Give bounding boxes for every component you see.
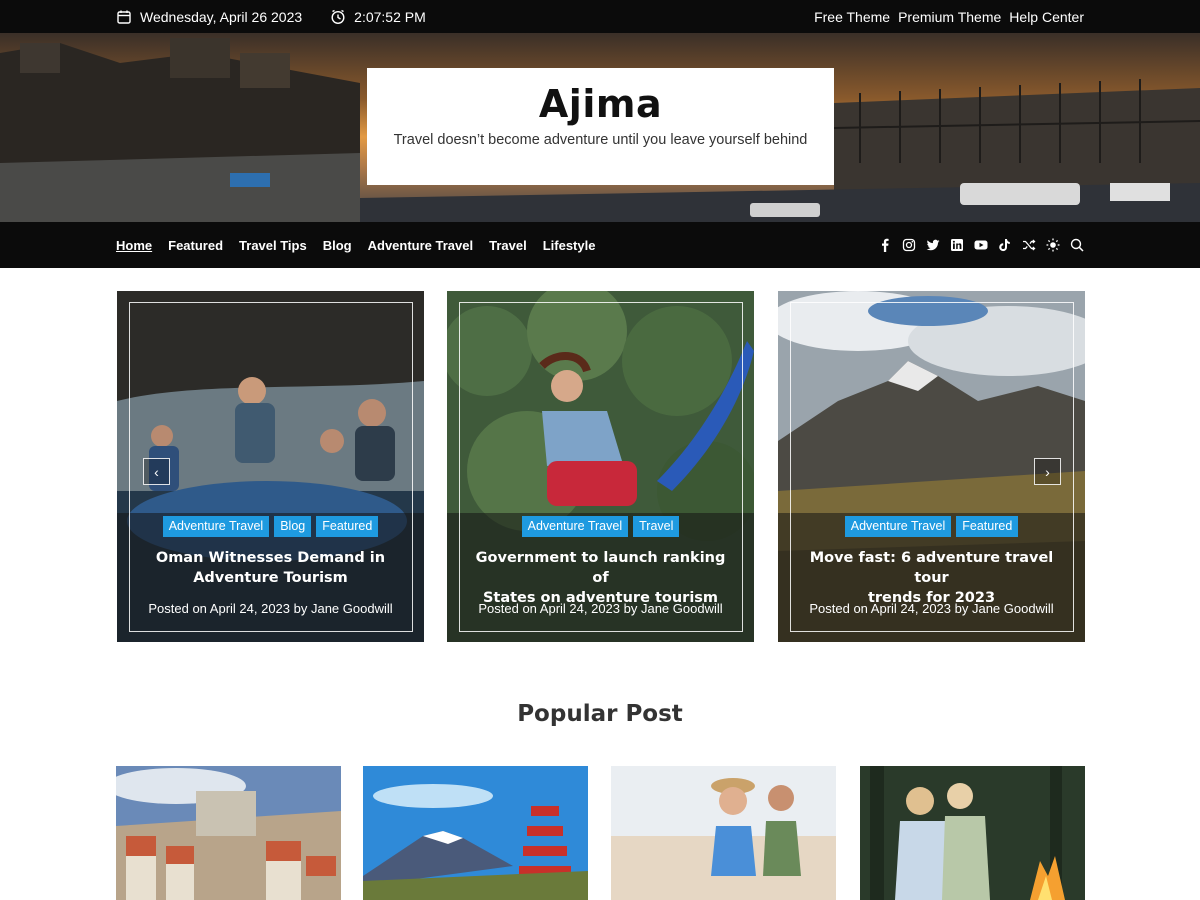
nav-item-lifestyle[interactable]: Lifestyle bbox=[543, 238, 596, 253]
nav-item-adventure-travel[interactable]: Adventure Travel bbox=[368, 238, 474, 253]
card-categories: Adventure Travel Featured bbox=[778, 516, 1085, 537]
card-meta: Posted on April 24, 2023 by Jane Goodwil… bbox=[809, 601, 1054, 616]
help-center-link[interactable]: Help Center bbox=[1009, 9, 1084, 25]
slider-card[interactable]: Adventure Travel Travel Government to la… bbox=[447, 291, 754, 642]
site-title[interactable]: Ajima bbox=[367, 82, 834, 126]
popular-post-heading: Popular Post bbox=[517, 701, 683, 727]
top-links: Free Theme Premium Theme Help Center bbox=[814, 0, 1084, 33]
date-time: Wednesday, April 26 2023 2:07:52 PM bbox=[116, 0, 426, 33]
nav-item-featured[interactable]: Featured bbox=[168, 238, 223, 253]
slider-next-button[interactable]: › bbox=[1034, 458, 1061, 485]
card-title[interactable]: Move fast: 6 adventure travel tour trend… bbox=[798, 548, 1065, 608]
current-date: Wednesday, April 26 2023 bbox=[140, 8, 303, 25]
nav-icons bbox=[878, 222, 1084, 268]
category-badge[interactable]: Adventure Travel bbox=[521, 516, 629, 537]
theme-toggle-icon[interactable] bbox=[1046, 238, 1060, 252]
category-badge[interactable]: Featured bbox=[316, 516, 379, 537]
header-banner: Ajima Travel doesn’t become adventure un… bbox=[0, 33, 1200, 222]
nav-item-blog[interactable]: Blog bbox=[323, 238, 352, 253]
card-meta: Posted on April 24, 2023 by Jane Goodwil… bbox=[478, 601, 723, 616]
popular-post-image[interactable] bbox=[860, 766, 1085, 900]
card-categories: Adventure Travel Travel bbox=[447, 516, 754, 537]
tiktok-icon[interactable] bbox=[998, 238, 1012, 252]
popular-post-image[interactable] bbox=[363, 766, 588, 900]
shuffle-icon[interactable] bbox=[1022, 238, 1036, 252]
youtube-icon[interactable] bbox=[974, 238, 988, 252]
instagram-icon[interactable] bbox=[902, 238, 916, 252]
linkedin-icon[interactable] bbox=[950, 238, 964, 252]
category-badge[interactable]: Travel bbox=[633, 516, 680, 537]
twitter-icon[interactable] bbox=[926, 238, 940, 252]
slider-prev-button[interactable]: ‹ bbox=[143, 458, 170, 485]
popular-post-image[interactable] bbox=[116, 766, 341, 900]
card-title[interactable]: Government to launch ranking of States o… bbox=[467, 548, 734, 608]
card-title[interactable]: Oman Witnesses Demand in Adventure Touri… bbox=[137, 548, 404, 588]
site-tagline: Travel doesn’t become adventure until yo… bbox=[393, 132, 808, 148]
current-time: 2:07:52 PM bbox=[354, 8, 426, 25]
main-navigation: Home Featured Travel Tips Blog Adventure… bbox=[0, 222, 1200, 268]
nav-item-home[interactable]: Home bbox=[116, 238, 152, 253]
category-badge[interactable]: Adventure Travel bbox=[162, 516, 270, 537]
free-theme-link[interactable]: Free Theme bbox=[814, 9, 890, 25]
nav-item-travel[interactable]: Travel bbox=[489, 238, 527, 253]
premium-theme-link[interactable]: Premium Theme bbox=[898, 9, 1001, 25]
facebook-icon[interactable] bbox=[878, 238, 892, 252]
card-meta: Posted on April 24, 2023 by Jane Goodwil… bbox=[148, 601, 393, 616]
top-bar: Wednesday, April 26 2023 2:07:52 PM Free… bbox=[0, 0, 1200, 33]
clock-icon bbox=[330, 9, 346, 25]
nav-item-travel-tips[interactable]: Travel Tips bbox=[239, 238, 307, 253]
calendar-icon bbox=[116, 9, 132, 25]
card-categories: Adventure Travel Blog Featured bbox=[117, 516, 424, 537]
category-badge[interactable]: Blog bbox=[274, 516, 312, 537]
popular-post-image[interactable] bbox=[611, 766, 836, 900]
search-icon[interactable] bbox=[1070, 238, 1084, 252]
category-badge[interactable]: Featured bbox=[956, 516, 1019, 537]
nav-menu: Home Featured Travel Tips Blog Adventure… bbox=[116, 222, 595, 268]
site-branding: Ajima Travel doesn’t become adventure un… bbox=[367, 68, 834, 185]
category-badge[interactable]: Adventure Travel bbox=[844, 516, 952, 537]
